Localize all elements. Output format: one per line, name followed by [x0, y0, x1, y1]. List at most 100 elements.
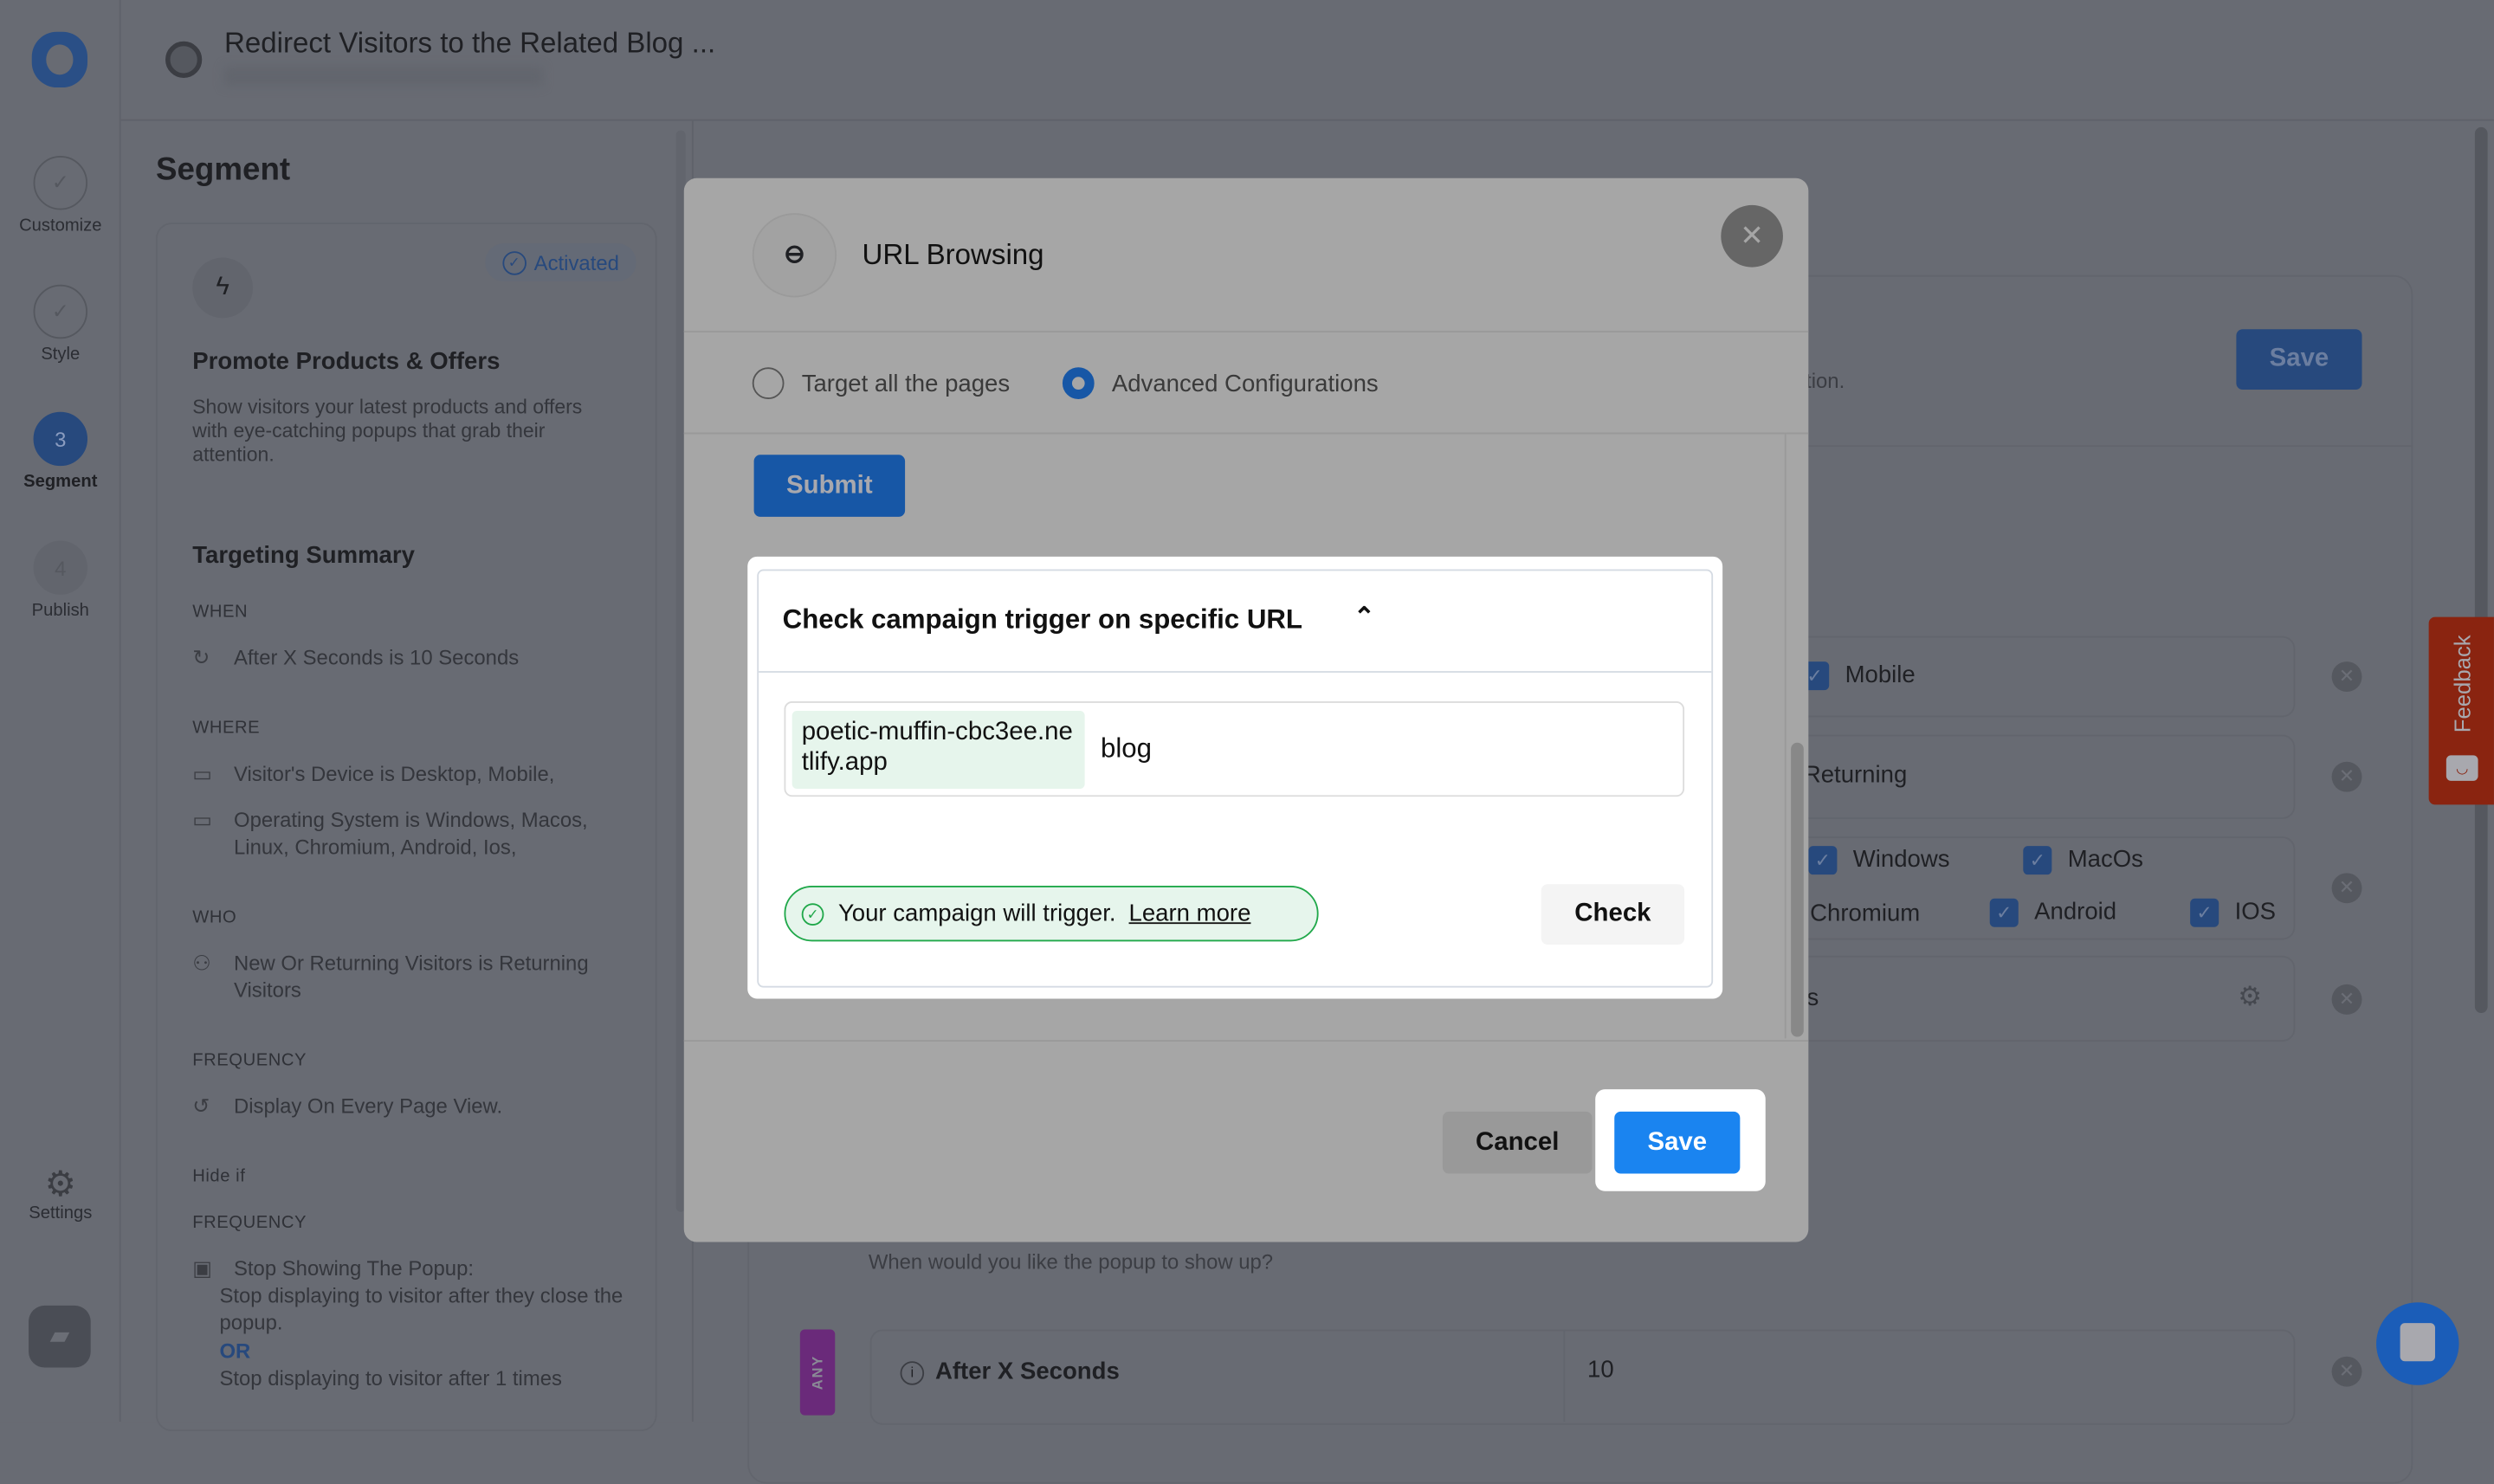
trigger-value-input[interactable]: 10	[1587, 1357, 1614, 1384]
check-button[interactable]: Check	[1541, 884, 1685, 945]
chat-icon	[2400, 1323, 2435, 1362]
feedback-tab[interactable]: Feedback ◡	[2428, 616, 2494, 805]
radio-advanced[interactable]: Advanced Configurations	[1062, 367, 1379, 400]
option-label: MacOs	[2067, 846, 2143, 874]
hide-if-label: Hide if	[192, 1167, 246, 1187]
close-icon[interactable]: ✕	[1721, 204, 1783, 268]
option-label: Mobile	[1845, 661, 1916, 689]
radio-target-all[interactable]: Target all the pages	[752, 367, 1010, 400]
campaign-title: Redirect Visitors to the Related Blog ..…	[223, 27, 716, 59]
mobile-option[interactable]: ✓ Mobile	[1800, 661, 1916, 691]
app-logo[interactable]	[31, 31, 88, 88]
step-number: 4	[33, 540, 88, 595]
smiley-icon: ◡	[2446, 755, 2478, 781]
os-macos[interactable]: ✓ MacOs	[2023, 846, 2143, 875]
remove-row-icon[interactable]: ✕	[2331, 873, 2362, 904]
gear-icon[interactable]: ⚙	[2238, 981, 2262, 1013]
users-icon: ⚇	[192, 951, 211, 975]
remove-row-icon[interactable]: ✕	[2331, 661, 2362, 692]
gear-icon: ⚙	[44, 1164, 76, 1204]
who-value: New Or Returning Visitors is Returning V…	[233, 951, 589, 1003]
trigger-question: When would you like the popup to show up…	[868, 1249, 1274, 1274]
or-label: OR	[219, 1339, 251, 1364]
stop-title: Stop Showing The Popup:	[233, 1255, 475, 1281]
where-device: Visitor's Device is Desktop, Mobile,	[233, 761, 555, 786]
submit-button[interactable]: Submit	[753, 455, 906, 517]
modal-scrollbar[interactable]	[1791, 742, 1804, 1037]
cancel-button[interactable]: Cancel	[1442, 1111, 1593, 1174]
nav-label: Settings	[29, 1203, 93, 1223]
nav-label: Segment	[23, 472, 98, 492]
device-icon: ▭	[192, 761, 212, 786]
frequency-label: FREQUENCY	[192, 1051, 307, 1071]
os-android[interactable]: ✓ Android	[1989, 898, 2117, 927]
nav-settings[interactable]: ⚙ Settings	[0, 1165, 121, 1223]
stop-rule-2: Stop displaying to visitor after 1 times	[219, 1365, 562, 1390]
trigger-name: After X Seconds	[934, 1358, 1120, 1385]
checkbox-checked[interactable]: ✓	[2190, 898, 2219, 927]
returning-value: Returning	[1803, 761, 1908, 790]
modal-title: URL Browsing	[862, 238, 1044, 271]
card-title: Promote Products & Offers	[192, 348, 501, 376]
radio-unchecked[interactable]	[752, 367, 785, 400]
globe-icon	[165, 41, 203, 78]
modal-save-button[interactable]: Save	[1614, 1111, 1741, 1174]
when-value: After X Seconds is 10 Seconds	[233, 645, 520, 670]
info-icon: i	[900, 1361, 925, 1385]
domain-chip: poetic-muffin-cbc3ee.netlify.app	[791, 711, 1085, 790]
stop-rule-1: Stop displaying to visitor after they cl…	[219, 1283, 624, 1334]
briefcase-icon[interactable]: ▰	[29, 1305, 91, 1368]
page-scrollbar[interactable]	[2474, 126, 2488, 1013]
feedback-label: Feedback	[2449, 635, 2475, 733]
popup-icon: ▣	[192, 1255, 212, 1281]
monitor-icon: ▭	[192, 808, 212, 832]
divider	[683, 432, 1809, 435]
main-save-button[interactable]: Save	[2236, 329, 2362, 390]
os-chromium[interactable]: Chromium	[1810, 900, 1920, 927]
status-text: Your campaign will trigger.	[837, 900, 1116, 927]
check-section-title: Check campaign trigger on specific URL	[782, 603, 1302, 635]
chat-button[interactable]	[2376, 1302, 2459, 1385]
any-label: ANY	[809, 1354, 826, 1390]
url-path-value[interactable]: blog	[1101, 733, 1152, 765]
left-nav: ✓ Customize ✓ Style 3 Segment 4 Publish ⚙ Set…	[0, 0, 121, 1423]
radio-label: Advanced Configurations	[1111, 370, 1379, 397]
checkbox-checked[interactable]: ✓	[1989, 898, 2019, 927]
divider	[683, 1040, 1809, 1042]
learn-more-link[interactable]: Learn more	[1129, 900, 1251, 927]
os-windows[interactable]: ✓ Windows	[1808, 846, 1950, 875]
divider	[759, 671, 1712, 673]
nav-label: Customize	[19, 216, 102, 236]
who-label: WHO	[192, 907, 237, 927]
timer-icon: ↻	[192, 645, 210, 670]
checkbox-checked[interactable]: ✓	[1808, 846, 1838, 875]
nav-segment[interactable]: 3 Segment	[0, 411, 121, 492]
where-label: WHERE	[192, 719, 261, 739]
when-label: WHEN	[192, 603, 249, 623]
remove-row-icon[interactable]: ✕	[2331, 761, 2362, 792]
os-ios[interactable]: ✓ IOS	[2190, 899, 2276, 927]
check-circle-icon: ✓	[501, 250, 527, 274]
radio-checked[interactable]	[1062, 367, 1095, 400]
nav-publish[interactable]: 4 Publish	[0, 540, 121, 620]
check-circle-icon: ✓	[801, 902, 824, 926]
step-number: 3	[33, 411, 88, 467]
remove-row-icon[interactable]: ✕	[2331, 984, 2362, 1015]
bolt-icon: ϟ	[192, 257, 254, 319]
nav-style[interactable]: ✓ Style	[0, 284, 121, 365]
nav-label: Style	[41, 345, 81, 365]
frequency-value: s	[1806, 984, 1819, 1012]
nav-label: Publish	[31, 601, 89, 621]
chevron-up-icon[interactable]: ⌃	[1354, 601, 1375, 633]
divider	[1563, 1331, 1566, 1423]
option-label: Android	[2034, 898, 2117, 926]
remove-row-icon[interactable]: ✕	[2331, 1356, 2362, 1387]
activated-badge: ✓ Activated	[485, 243, 636, 282]
any-badge: ANY	[799, 1329, 836, 1416]
where-os: Operating System is Windows, Macos, Linu…	[233, 808, 588, 859]
badge-label: Activated	[533, 250, 619, 274]
checkbox-checked[interactable]: ✓	[2023, 846, 2052, 875]
nav-customize[interactable]: ✓ Customize	[0, 155, 121, 236]
divider	[683, 331, 1809, 332]
option-label: IOS	[2234, 898, 2277, 926]
